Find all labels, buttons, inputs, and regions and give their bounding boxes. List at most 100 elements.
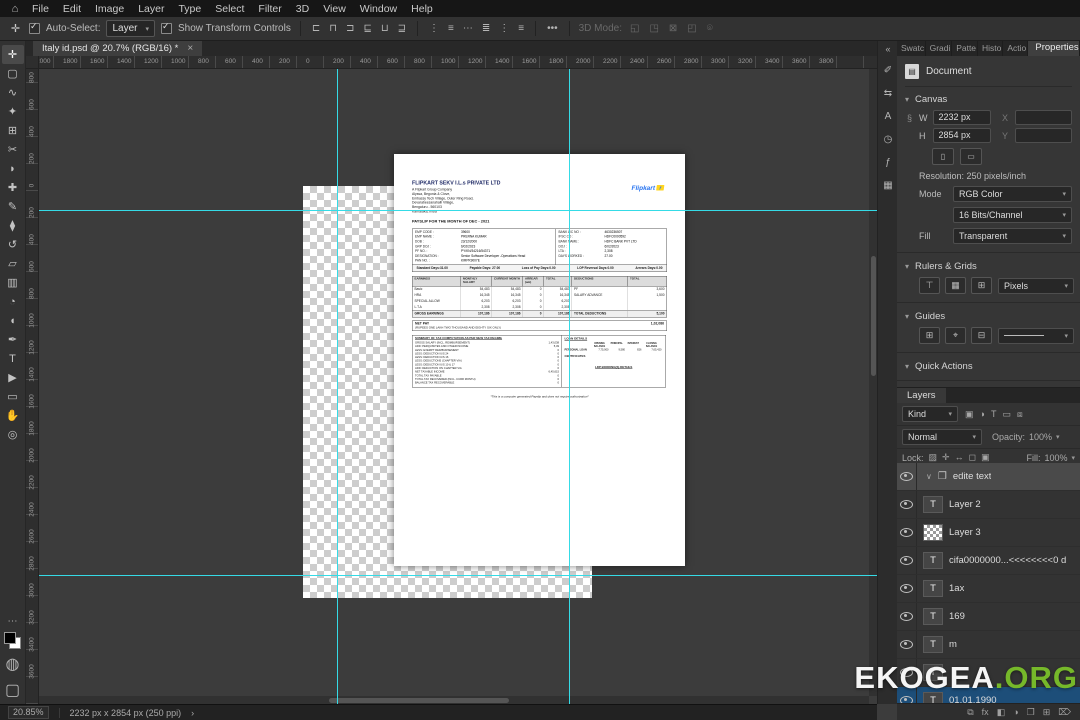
menu-window[interactable]: Window: [353, 2, 404, 16]
menu-image[interactable]: Image: [88, 2, 131, 16]
blend-mode-dropdown[interactable]: Normal ▾: [902, 429, 982, 445]
layer-mask-icon[interactable]: ◧: [997, 707, 1006, 718]
adjustments-panel-icon[interactable]: ▦: [883, 180, 892, 191]
tab-actio[interactable]: Actio: [1003, 40, 1028, 56]
auto-select-target-dropdown[interactable]: Layer ▾: [106, 20, 155, 37]
lock-icon-2[interactable]: ✛: [941, 452, 951, 463]
layer-filter-icon-4[interactable]: ▭: [1001, 409, 1012, 420]
layer-visibility-toggle[interactable]: [897, 631, 917, 658]
horizontal-guide[interactable]: [38, 210, 877, 211]
lock-icon-3[interactable]: ↔: [954, 452, 965, 463]
crop-tool[interactable]: ⊞: [2, 121, 24, 140]
guide-option-icon-1[interactable]: ⊞: [919, 327, 940, 344]
shape-tool[interactable]: ▭: [2, 387, 24, 406]
ruler-units-dropdown[interactable]: Pixels ▾: [998, 278, 1074, 294]
ruler-option-icon-2[interactable]: ▦: [945, 277, 966, 294]
screen-mode-icon[interactable]: ▢: [5, 680, 20, 700]
horizontal-scrollbar[interactable]: [38, 696, 869, 704]
ruler-option-icon-3[interactable]: ⊞: [971, 277, 992, 294]
lock-icon-5[interactable]: ▣: [980, 452, 991, 463]
menu-filter[interactable]: Filter: [251, 2, 288, 16]
eyedropper-tool[interactable]: ◗: [2, 159, 24, 178]
layer-visibility-toggle[interactable]: [897, 463, 917, 490]
chevron-down-icon[interactable]: ∨: [926, 472, 932, 481]
layer-effects-icon[interactable]: fx: [982, 707, 989, 717]
text-layer-thumbnail[interactable]: T: [923, 552, 943, 569]
menu-help[interactable]: Help: [404, 2, 440, 16]
text-layer-thumbnail[interactable]: T: [923, 580, 943, 597]
delete-layer-icon[interactable]: ⌦: [1058, 707, 1071, 718]
ruler-option-icon-1[interactable]: ⊤: [919, 277, 940, 294]
blur-tool[interactable]: ◔: [2, 292, 24, 311]
document-tab[interactable]: Italy id.psd @ 20.7% (RGB/16) * ×: [33, 40, 202, 56]
layer-group-icon[interactable]: ❐: [1027, 707, 1035, 718]
move-tool[interactable]: ✛: [2, 45, 24, 64]
link-dimensions-icon[interactable]: §: [907, 113, 912, 123]
canvas-fill-dropdown[interactable]: Transparent ▾: [953, 228, 1072, 244]
hand-tool[interactable]: ✋: [2, 406, 24, 425]
layer-name[interactable]: m: [949, 639, 957, 650]
vertical-guide[interactable]: [337, 68, 338, 704]
opacity-value[interactable]: 100%: [1029, 432, 1052, 442]
clone-stamp-tool[interactable]: ⧫: [2, 216, 24, 235]
marquee-tool[interactable]: ▢: [2, 64, 24, 83]
eraser-tool[interactable]: ▱: [2, 254, 24, 273]
chevron-right-icon[interactable]: ›: [191, 708, 194, 718]
scrollbar-thumb[interactable]: [871, 256, 876, 376]
layer-row[interactable]: T1ax: [897, 575, 1080, 603]
layer-row[interactable]: Tm: [897, 631, 1080, 659]
layer-row[interactable]: T 169: [897, 603, 1080, 631]
lock-icon-1[interactable]: ▨: [928, 452, 939, 463]
transfer-panel-icon[interactable]: ⇆: [884, 88, 892, 99]
tab-gradi[interactable]: Gradi: [926, 40, 953, 56]
brushes-panel-icon[interactable]: ✐: [884, 65, 892, 76]
layer-row[interactable]: Layer 3: [897, 519, 1080, 547]
canvas-section-header[interactable]: ▾ Canvas: [905, 94, 1072, 105]
character-panel-icon[interactable]: A: [885, 111, 892, 122]
brush-tool[interactable]: ✎: [2, 197, 24, 216]
distribute-icon-4[interactable]: ≣: [480, 23, 492, 34]
menu-edit[interactable]: Edit: [56, 2, 88, 16]
quick-mask-icon[interactable]: ◍: [6, 654, 20, 674]
vertical-guide[interactable]: [569, 68, 570, 704]
rulers-grids-section-header[interactable]: ▾ Rulers & Grids: [905, 261, 1072, 272]
tab-layers[interactable]: Layers: [897, 388, 946, 403]
adjustment-layer-icon[interactable]: ◑: [1013, 707, 1018, 717]
canvas-y-field[interactable]: [1015, 128, 1072, 143]
distribute-icon-6[interactable]: ≡: [516, 23, 526, 34]
distribute-icon-2[interactable]: ≡: [446, 23, 456, 34]
distribute-icon-3[interactable]: ⋯: [461, 23, 475, 34]
pen-tool[interactable]: ✒: [2, 330, 24, 349]
horizontal-guide[interactable]: [38, 575, 877, 576]
quick-selection-tool[interactable]: ✦: [2, 102, 24, 121]
distribute-icon-1[interactable]: ⋮: [427, 23, 441, 34]
portrait-orientation-button[interactable]: ▯: [932, 148, 954, 165]
tab-histo[interactable]: Histo: [978, 40, 1003, 56]
quick-actions-section-header[interactable]: ▾ Quick Actions: [905, 361, 1072, 372]
slice-tool[interactable]: ✂: [2, 140, 24, 159]
lock-icon-4[interactable]: ◻: [968, 452, 977, 463]
color-mode-dropdown[interactable]: RGB Color ▾: [953, 186, 1072, 202]
guide-option-icon-3[interactable]: ⊟: [971, 327, 992, 344]
guide-style-dropdown[interactable]: ▾: [998, 328, 1074, 344]
home-icon[interactable]: ⌂: [6, 3, 24, 15]
distribute-icon-5[interactable]: ⋮: [497, 23, 511, 34]
path-selection-tool[interactable]: ▶: [2, 368, 24, 387]
menu-layer[interactable]: Layer: [131, 2, 171, 16]
align-icon-2[interactable]: ⊓: [327, 23, 339, 34]
text-layer-thumbnail[interactable]: T: [923, 608, 943, 625]
more-options-icon[interactable]: •••: [545, 23, 560, 34]
layer-visibility-toggle[interactable]: [897, 603, 917, 630]
canvas-width-field[interactable]: 2232 px: [933, 110, 990, 125]
layer-filter-kind-dropdown[interactable]: Kind ▾: [902, 406, 958, 422]
foreground-background-swatches[interactable]: [4, 632, 21, 649]
vertical-scrollbar[interactable]: [869, 68, 877, 696]
layer-filter-icon-2[interactable]: ◑: [979, 409, 986, 420]
align-icon-6[interactable]: ⊒: [396, 23, 408, 34]
foreground-color-swatch[interactable]: [4, 632, 16, 644]
expand-panels-chevron-icon[interactable]: «: [885, 44, 890, 54]
layer-name[interactable]: 169: [949, 611, 965, 622]
text-layer-thumbnail[interactable]: T: [923, 496, 943, 513]
menu-select[interactable]: Select: [208, 2, 251, 16]
layer-filter-icon-3[interactable]: T: [990, 409, 998, 420]
